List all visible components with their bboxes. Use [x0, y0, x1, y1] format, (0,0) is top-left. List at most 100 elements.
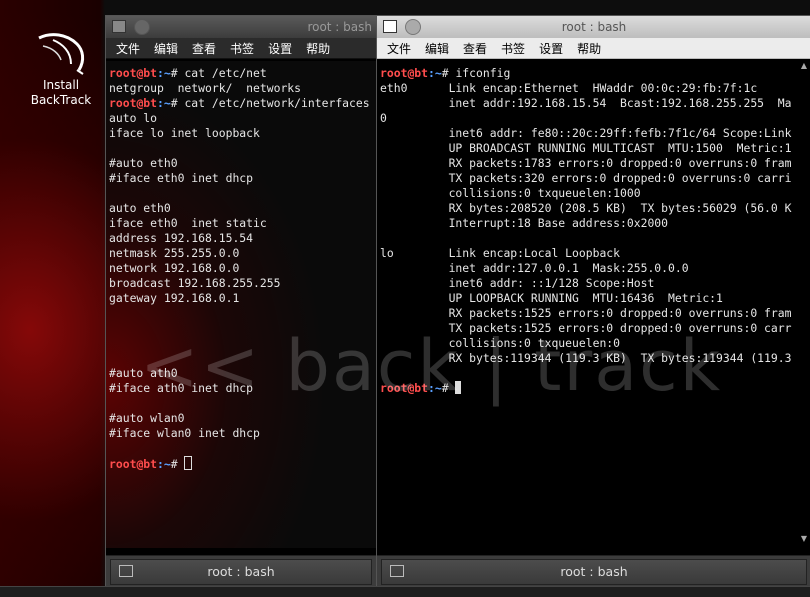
window-title: root : bash — [561, 20, 627, 34]
prompt-host: @bt — [136, 457, 158, 471]
terminal-line: root@bt:~# ifconfig — [380, 66, 797, 81]
prompt-path: :~ — [428, 66, 442, 80]
prompt-symbol: # — [170, 66, 185, 80]
command-text: cat /etc/network/interfaces — [184, 96, 370, 110]
terminal-window-right[interactable]: root : bash 文件 编辑 查看 书签 设置 帮助 root@bt:~#… — [376, 15, 810, 589]
menu-help[interactable]: 帮助 — [577, 40, 601, 57]
text-cursor[interactable] — [455, 381, 462, 394]
terminal-line: #auto wlan0 — [109, 411, 185, 425]
text-cursor[interactable] — [184, 456, 193, 470]
menu-file[interactable]: 文件 — [116, 40, 140, 57]
menu-bar: 文件 编辑 查看 书签 设置 帮助 — [106, 38, 376, 59]
terminal-line: gateway 192.168.0.1 — [109, 291, 240, 305]
window-menu-button[interactable] — [134, 19, 150, 35]
menu-edit[interactable]: 编辑 — [154, 40, 178, 57]
prompt-path: :~ — [157, 66, 171, 80]
tab-bar: root : bash — [106, 555, 376, 588]
terminal-line: RX packets:1783 errors:0 dropped:0 overr… — [380, 156, 792, 170]
prompt-path: :~ — [157, 457, 171, 471]
terminal-line: RX bytes:208520 (208.5 KB) TX bytes:5602… — [380, 201, 792, 215]
terminal-line: root@bt:~# cat /etc/net — [109, 66, 376, 81]
terminal-line: netmask 255.255.0.0 — [109, 246, 240, 260]
terminal-line: eth0 Link encap:Ethernet HWaddr 00:0c:29… — [380, 81, 758, 95]
prompt-user: root — [109, 457, 137, 471]
prompt-symbol: # — [170, 96, 185, 110]
terminal-line: inet addr:192.168.15.54 Bcast:192.168.25… — [380, 96, 792, 110]
prompt-user: root — [109, 96, 137, 110]
terminal-line: UP LOOPBACK RUNNING MTU:16436 Metric:1 — [380, 291, 723, 305]
terminal-line: root@bt:~# — [380, 381, 797, 396]
scroll-down-arrow-icon[interactable]: ▼ — [799, 534, 809, 544]
terminal-window-left[interactable]: root : bash 文件 编辑 查看 书签 设置 帮助 root@bt:~#… — [105, 15, 377, 589]
terminal-line: address 192.168.15.54 — [109, 231, 254, 245]
prompt-symbol: # — [441, 66, 456, 80]
terminal-line: RX packets:1525 errors:0 dropped:0 overr… — [380, 306, 792, 320]
prompt-host: @bt — [407, 66, 429, 80]
terminal-line: #iface ath0 inet dhcp — [109, 381, 254, 395]
terminal-line: TX packets:320 errors:0 dropped:0 overru… — [380, 171, 792, 185]
terminal-line: network 192.168.0.0 — [109, 261, 240, 275]
scroll-up-arrow-icon[interactable]: ▲ — [799, 61, 809, 71]
menu-view[interactable]: 查看 — [463, 40, 487, 57]
terminal-line: #iface eth0 inet dhcp — [109, 171, 254, 185]
terminal-line: auto lo — [109, 111, 158, 125]
terminal-line: root@bt:~# cat /etc/network/interfaces — [109, 96, 376, 111]
terminal-line: collisions:0 txqueuelen:0 — [380, 336, 621, 350]
terminal-line: collisions:0 txqueuelen:1000 — [380, 186, 641, 200]
command-text: ifconfig — [455, 66, 511, 80]
terminal-icon[interactable] — [112, 20, 126, 33]
terminal-line: TX packets:1525 errors:0 dropped:0 overr… — [380, 321, 792, 335]
install-backtrack-shortcut[interactable]: Install BackTrack — [18, 30, 104, 108]
terminal-line: #auto eth0 — [109, 156, 178, 170]
prompt-user: root — [380, 66, 408, 80]
terminal-line: netgroup network/ networks — [109, 81, 302, 95]
tab-bar: root : bash — [377, 555, 810, 588]
menu-bar: 文件 编辑 查看 书签 设置 帮助 — [377, 38, 810, 59]
prompt-symbol: # — [441, 381, 456, 395]
title-bar[interactable]: root : bash — [377, 16, 810, 38]
command-text: cat /etc/net — [184, 66, 267, 80]
prompt-user: root — [109, 66, 137, 80]
taskbar[interactable] — [0, 586, 810, 597]
terminal-line: inet6 addr: ::1/128 Scope:Host — [380, 276, 655, 290]
tab-root-bash[interactable]: root : bash — [110, 559, 372, 585]
menu-edit[interactable]: 编辑 — [425, 40, 449, 57]
prompt-path: :~ — [157, 96, 171, 110]
menu-bookmarks[interactable]: 书签 — [501, 40, 525, 57]
terminal-line: #auto ath0 — [109, 366, 178, 380]
tab-label: root : bash — [207, 564, 275, 579]
scrollbar[interactable]: ▲ ▼ — [799, 61, 809, 544]
menu-settings[interactable]: 设置 — [539, 40, 563, 57]
terminal-line: broadcast 192.168.255.255 — [109, 276, 281, 290]
title-bar[interactable]: root : bash — [106, 16, 376, 38]
terminal-line: 0 — [380, 111, 387, 125]
menu-bookmarks[interactable]: 书签 — [230, 40, 254, 57]
terminal-line: inet6 addr: fe80::20c:29ff:fefb:7f1c/64 … — [380, 126, 792, 140]
prompt-symbol: # — [170, 457, 185, 471]
prompt-path: :~ — [428, 381, 442, 395]
prompt-user: root — [380, 381, 408, 395]
terminal-line: iface eth0 inet static — [109, 216, 267, 230]
tab-label: root : bash — [560, 564, 628, 579]
icon-label-backtrack: BackTrack — [30, 93, 92, 107]
terminal-line: auto eth0 — [109, 201, 171, 215]
menu-settings[interactable]: 设置 — [268, 40, 292, 57]
tab-root-bash[interactable]: root : bash — [381, 559, 807, 585]
terminal-output[interactable]: root@bt:~# cat /etc/net netgroup network/… — [106, 61, 376, 548]
terminal-output[interactable]: root@bt:~# ifconfig eth0 Link encap:Ether… — [377, 61, 797, 548]
menu-help[interactable]: 帮助 — [306, 40, 330, 57]
menu-file[interactable]: 文件 — [387, 40, 411, 57]
terminal-line: UP BROADCAST RUNNING MULTICAST MTU:1500 … — [380, 141, 792, 155]
prompt-host: @bt — [136, 66, 158, 80]
prompt-host: @bt — [136, 96, 158, 110]
menu-view[interactable]: 查看 — [192, 40, 216, 57]
